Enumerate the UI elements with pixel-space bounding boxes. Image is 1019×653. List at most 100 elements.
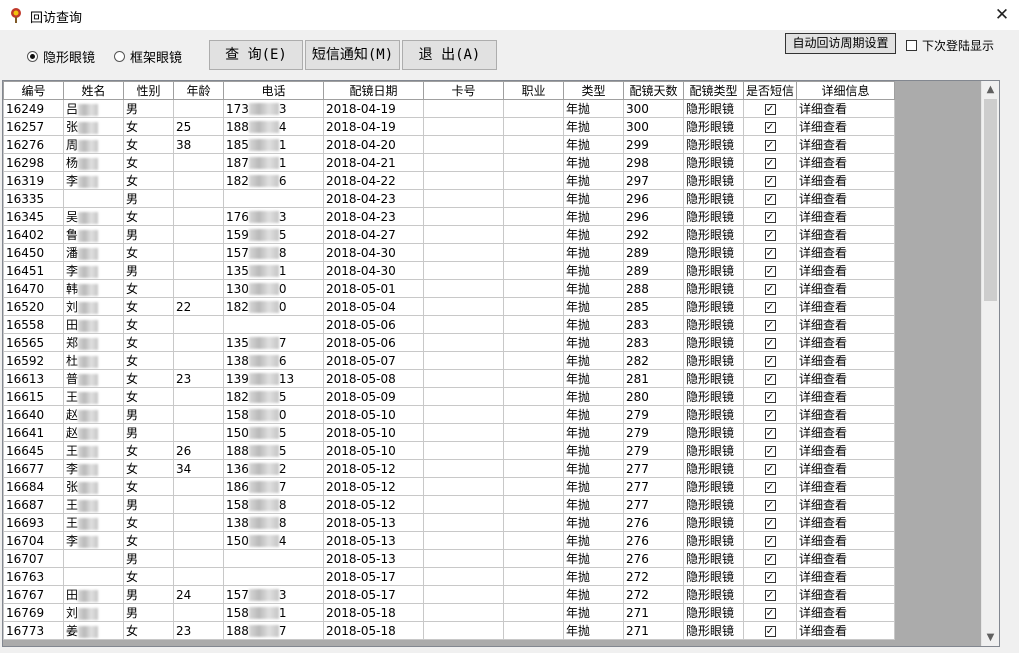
sms-checkbox[interactable]: ✓ — [764, 175, 776, 187]
table-row[interactable]: 16565 郑女 135 7 2018-05-06 年抛 283 隐形眼镜 ✓ 详细查看 — [3, 333, 896, 352]
cell-detail-link[interactable]: 详细查看 — [796, 297, 896, 316]
sms-checkbox[interactable]: ✓ — [764, 625, 776, 637]
cell-detail-link[interactable]: 详细查看 — [796, 261, 896, 280]
sms-checkbox[interactable]: ✓ — [764, 535, 776, 547]
auto-period-settings-button[interactable]: 自动回访周期设置 — [785, 33, 896, 54]
sms-checkbox[interactable]: ✓ — [764, 265, 776, 277]
cell-detail-link[interactable]: 详细查看 — [796, 405, 896, 424]
cell-detail-link[interactable]: 详细查看 — [796, 99, 896, 118]
sms-checkbox[interactable]: ✓ — [764, 409, 776, 421]
sms-notify-button[interactable]: 短信通知(M) — [305, 40, 400, 70]
table-row[interactable]: 16767 田男 24 157 3 2018-05-17 年抛 272 隐形眼镜 ✓ 详细查看 — [3, 585, 896, 604]
cell-detail-link[interactable]: 详细查看 — [796, 621, 896, 640]
exit-button[interactable]: 退 出(A) — [402, 40, 497, 70]
table-row[interactable]: 16769 刘男 158 1 2018-05-18 年抛 271 隐形眼镜 ✓ 详细查看 — [3, 603, 896, 622]
table-row[interactable]: 16763 女 2018-05-17 年抛 272 隐形眼镜 ✓ 详细查看 — [3, 567, 896, 586]
next-login-checkbox[interactable]: 下次登陆显示 — [906, 37, 994, 54]
cell-detail-link[interactable]: 详细查看 — [796, 171, 896, 190]
cell-detail-link[interactable]: 详细查看 — [796, 423, 896, 442]
cell-detail-link[interactable]: 详细查看 — [796, 549, 896, 568]
sms-checkbox[interactable]: ✓ — [764, 283, 776, 295]
table-row[interactable]: 16450 潘女 157 8 2018-04-30 年抛 289 隐形眼镜 ✓ 详细查看 — [3, 243, 896, 262]
sms-checkbox[interactable]: ✓ — [764, 373, 776, 385]
cell-detail-link[interactable]: 详细查看 — [796, 567, 896, 586]
cell-detail-link[interactable]: 详细查看 — [796, 351, 896, 370]
cell-detail-link[interactable]: 详细查看 — [796, 603, 896, 622]
sms-checkbox[interactable]: ✓ — [764, 445, 776, 457]
close-button[interactable]: ✕ — [985, 0, 1019, 30]
column-header[interactable]: 类型 — [563, 81, 624, 100]
cell-detail-link[interactable]: 详细查看 — [796, 315, 896, 334]
column-header[interactable]: 职业 — [503, 81, 564, 100]
radio-frame-glasses[interactable]: 框架眼镜 — [114, 47, 182, 66]
cell-detail-link[interactable]: 详细查看 — [796, 243, 896, 262]
table-row[interactable]: 16641 赵男 150 5 2018-05-10 年抛 279 隐形眼镜 ✓ 详细查看 — [3, 423, 896, 442]
query-button[interactable]: 查 询(E) — [209, 40, 303, 70]
table-row[interactable]: 16470 韩女 130 0 2018-05-01 年抛 288 隐形眼镜 ✓ 详细查看 — [3, 279, 896, 298]
cell-detail-link[interactable]: 详细查看 — [796, 477, 896, 496]
cell-detail-link[interactable]: 详细查看 — [796, 117, 896, 136]
cell-detail-link[interactable]: 详细查看 — [796, 207, 896, 226]
table-row[interactable]: 16451 李男 135 1 2018-04-30 年抛 289 隐形眼镜 ✓ 详细查看 — [3, 261, 896, 280]
table-row[interactable]: 16640 赵男 158 0 2018-05-10 年抛 279 隐形眼镜 ✓ 详细查看 — [3, 405, 896, 424]
column-header[interactable]: 是否短信 — [742, 81, 798, 100]
sms-checkbox[interactable]: ✓ — [764, 337, 776, 349]
records-grid[interactable]: 编号 姓名 性别 年龄 电话 配镜日期 卡号 职业 类型 配镜天数 配镜类型 是否短信 详细信息 162… — [2, 80, 1000, 647]
sms-checkbox[interactable]: ✓ — [764, 571, 776, 583]
cell-detail-link[interactable]: 详细查看 — [796, 513, 896, 532]
table-row[interactable]: 16773 姜女 23 188 7 2018-05-18 年抛 271 隐形眼镜 ✓ 详细查看 — [3, 621, 896, 640]
sms-checkbox[interactable]: ✓ — [764, 193, 776, 205]
table-row[interactable]: 16677 李女 34 136 2 2018-05-12 年抛 277 隐形眼镜 ✓ 详细查看 — [3, 459, 896, 478]
sms-checkbox[interactable]: ✓ — [764, 391, 776, 403]
table-row[interactable]: 16276 周女 38 185 1 2018-04-20 年抛 299 隐形眼镜 ✓ 详细查看 — [3, 135, 896, 154]
vertical-scrollbar[interactable]: ▲ ▼ — [981, 81, 999, 646]
column-header[interactable]: 年龄 — [173, 81, 224, 100]
cell-detail-link[interactable]: 详细查看 — [796, 135, 896, 154]
sms-checkbox[interactable]: ✓ — [764, 463, 776, 475]
table-row[interactable]: 16693 王女 138 8 2018-05-13 年抛 276 隐形眼镜 ✓ 详细查看 — [3, 513, 896, 532]
scroll-thumb[interactable] — [984, 99, 997, 301]
table-row[interactable]: 16402 鲁男 159 5 2018-04-27 年抛 292 隐形眼镜 ✓ 详细查看 — [3, 225, 896, 244]
sms-checkbox[interactable]: ✓ — [764, 499, 776, 511]
column-header[interactable]: 详细信息 — [796, 81, 896, 100]
table-row[interactable]: 16558 田女 2018-05-06 年抛 283 隐形眼镜 ✓ 详细查看 — [3, 315, 896, 334]
sms-checkbox[interactable]: ✓ — [764, 301, 776, 313]
table-row[interactable]: 16520 刘女 22 182 0 2018-05-04 年抛 285 隐形眼镜 ✓ 详细查看 — [3, 297, 896, 316]
table-row[interactable]: 16249 吕男 173 3 2018-04-19 年抛 300 隐形眼镜 ✓ 详细查看 — [3, 99, 896, 118]
cell-detail-link[interactable]: 详细查看 — [796, 495, 896, 514]
table-row[interactable]: 16592 杜女 138 6 2018-05-07 年抛 282 隐形眼镜 ✓ 详细查看 — [3, 351, 896, 370]
column-header[interactable]: 卡号 — [423, 81, 504, 100]
cell-detail-link[interactable]: 详细查看 — [796, 459, 896, 478]
table-row[interactable]: 16645 王女 26 188 5 2018-05-10 年抛 279 隐形眼镜 ✓ 详细查看 — [3, 441, 896, 460]
column-header[interactable]: 性别 — [123, 81, 174, 100]
sms-checkbox[interactable]: ✓ — [764, 427, 776, 439]
cell-detail-link[interactable]: 详细查看 — [796, 225, 896, 244]
column-header[interactable]: 配镜类型 — [683, 81, 744, 100]
cell-detail-link[interactable]: 详细查看 — [796, 189, 896, 208]
table-row[interactable]: 16615 王女 182 5 2018-05-09 年抛 280 隐形眼镜 ✓ 详细查看 — [3, 387, 896, 406]
sms-checkbox[interactable]: ✓ — [764, 319, 776, 331]
table-row[interactable]: 16704 李女 150 4 2018-05-13 年抛 276 隐形眼镜 ✓ 详细查看 — [3, 531, 896, 550]
column-header[interactable]: 姓名 — [63, 81, 124, 100]
column-header[interactable]: 电话 — [223, 81, 324, 100]
sms-checkbox[interactable]: ✓ — [764, 211, 776, 223]
sms-checkbox[interactable]: ✓ — [764, 229, 776, 241]
scroll-up-icon[interactable]: ▲ — [982, 81, 999, 98]
table-row[interactable]: 16257 张女 25 188 4 2018-04-19 年抛 300 隐形眼镜 ✓ 详细查看 — [3, 117, 896, 136]
table-row[interactable]: 16345 吴女 176 3 2018-04-23 年抛 296 隐形眼镜 ✓ 详细查看 — [3, 207, 896, 226]
sms-checkbox[interactable]: ✓ — [764, 355, 776, 367]
column-header[interactable]: 配镜天数 — [623, 81, 684, 100]
sms-checkbox[interactable]: ✓ — [764, 589, 776, 601]
sms-checkbox[interactable]: ✓ — [764, 481, 776, 493]
table-row[interactable]: 16684 张女 186 7 2018-05-12 年抛 277 隐形眼镜 ✓ 详细查看 — [3, 477, 896, 496]
sms-checkbox[interactable]: ✓ — [764, 247, 776, 259]
cell-detail-link[interactable]: 详细查看 — [796, 153, 896, 172]
sms-checkbox[interactable]: ✓ — [764, 121, 776, 133]
sms-checkbox[interactable]: ✓ — [764, 157, 776, 169]
table-row[interactable]: 16319 李女 182 6 2018-04-22 年抛 297 隐形眼镜 ✓ 详细查看 — [3, 171, 896, 190]
sms-checkbox[interactable]: ✓ — [764, 553, 776, 565]
sms-checkbox[interactable]: ✓ — [764, 517, 776, 529]
cell-detail-link[interactable]: 详细查看 — [796, 387, 896, 406]
cell-detail-link[interactable]: 详细查看 — [796, 333, 896, 352]
cell-detail-link[interactable]: 详细查看 — [796, 369, 896, 388]
